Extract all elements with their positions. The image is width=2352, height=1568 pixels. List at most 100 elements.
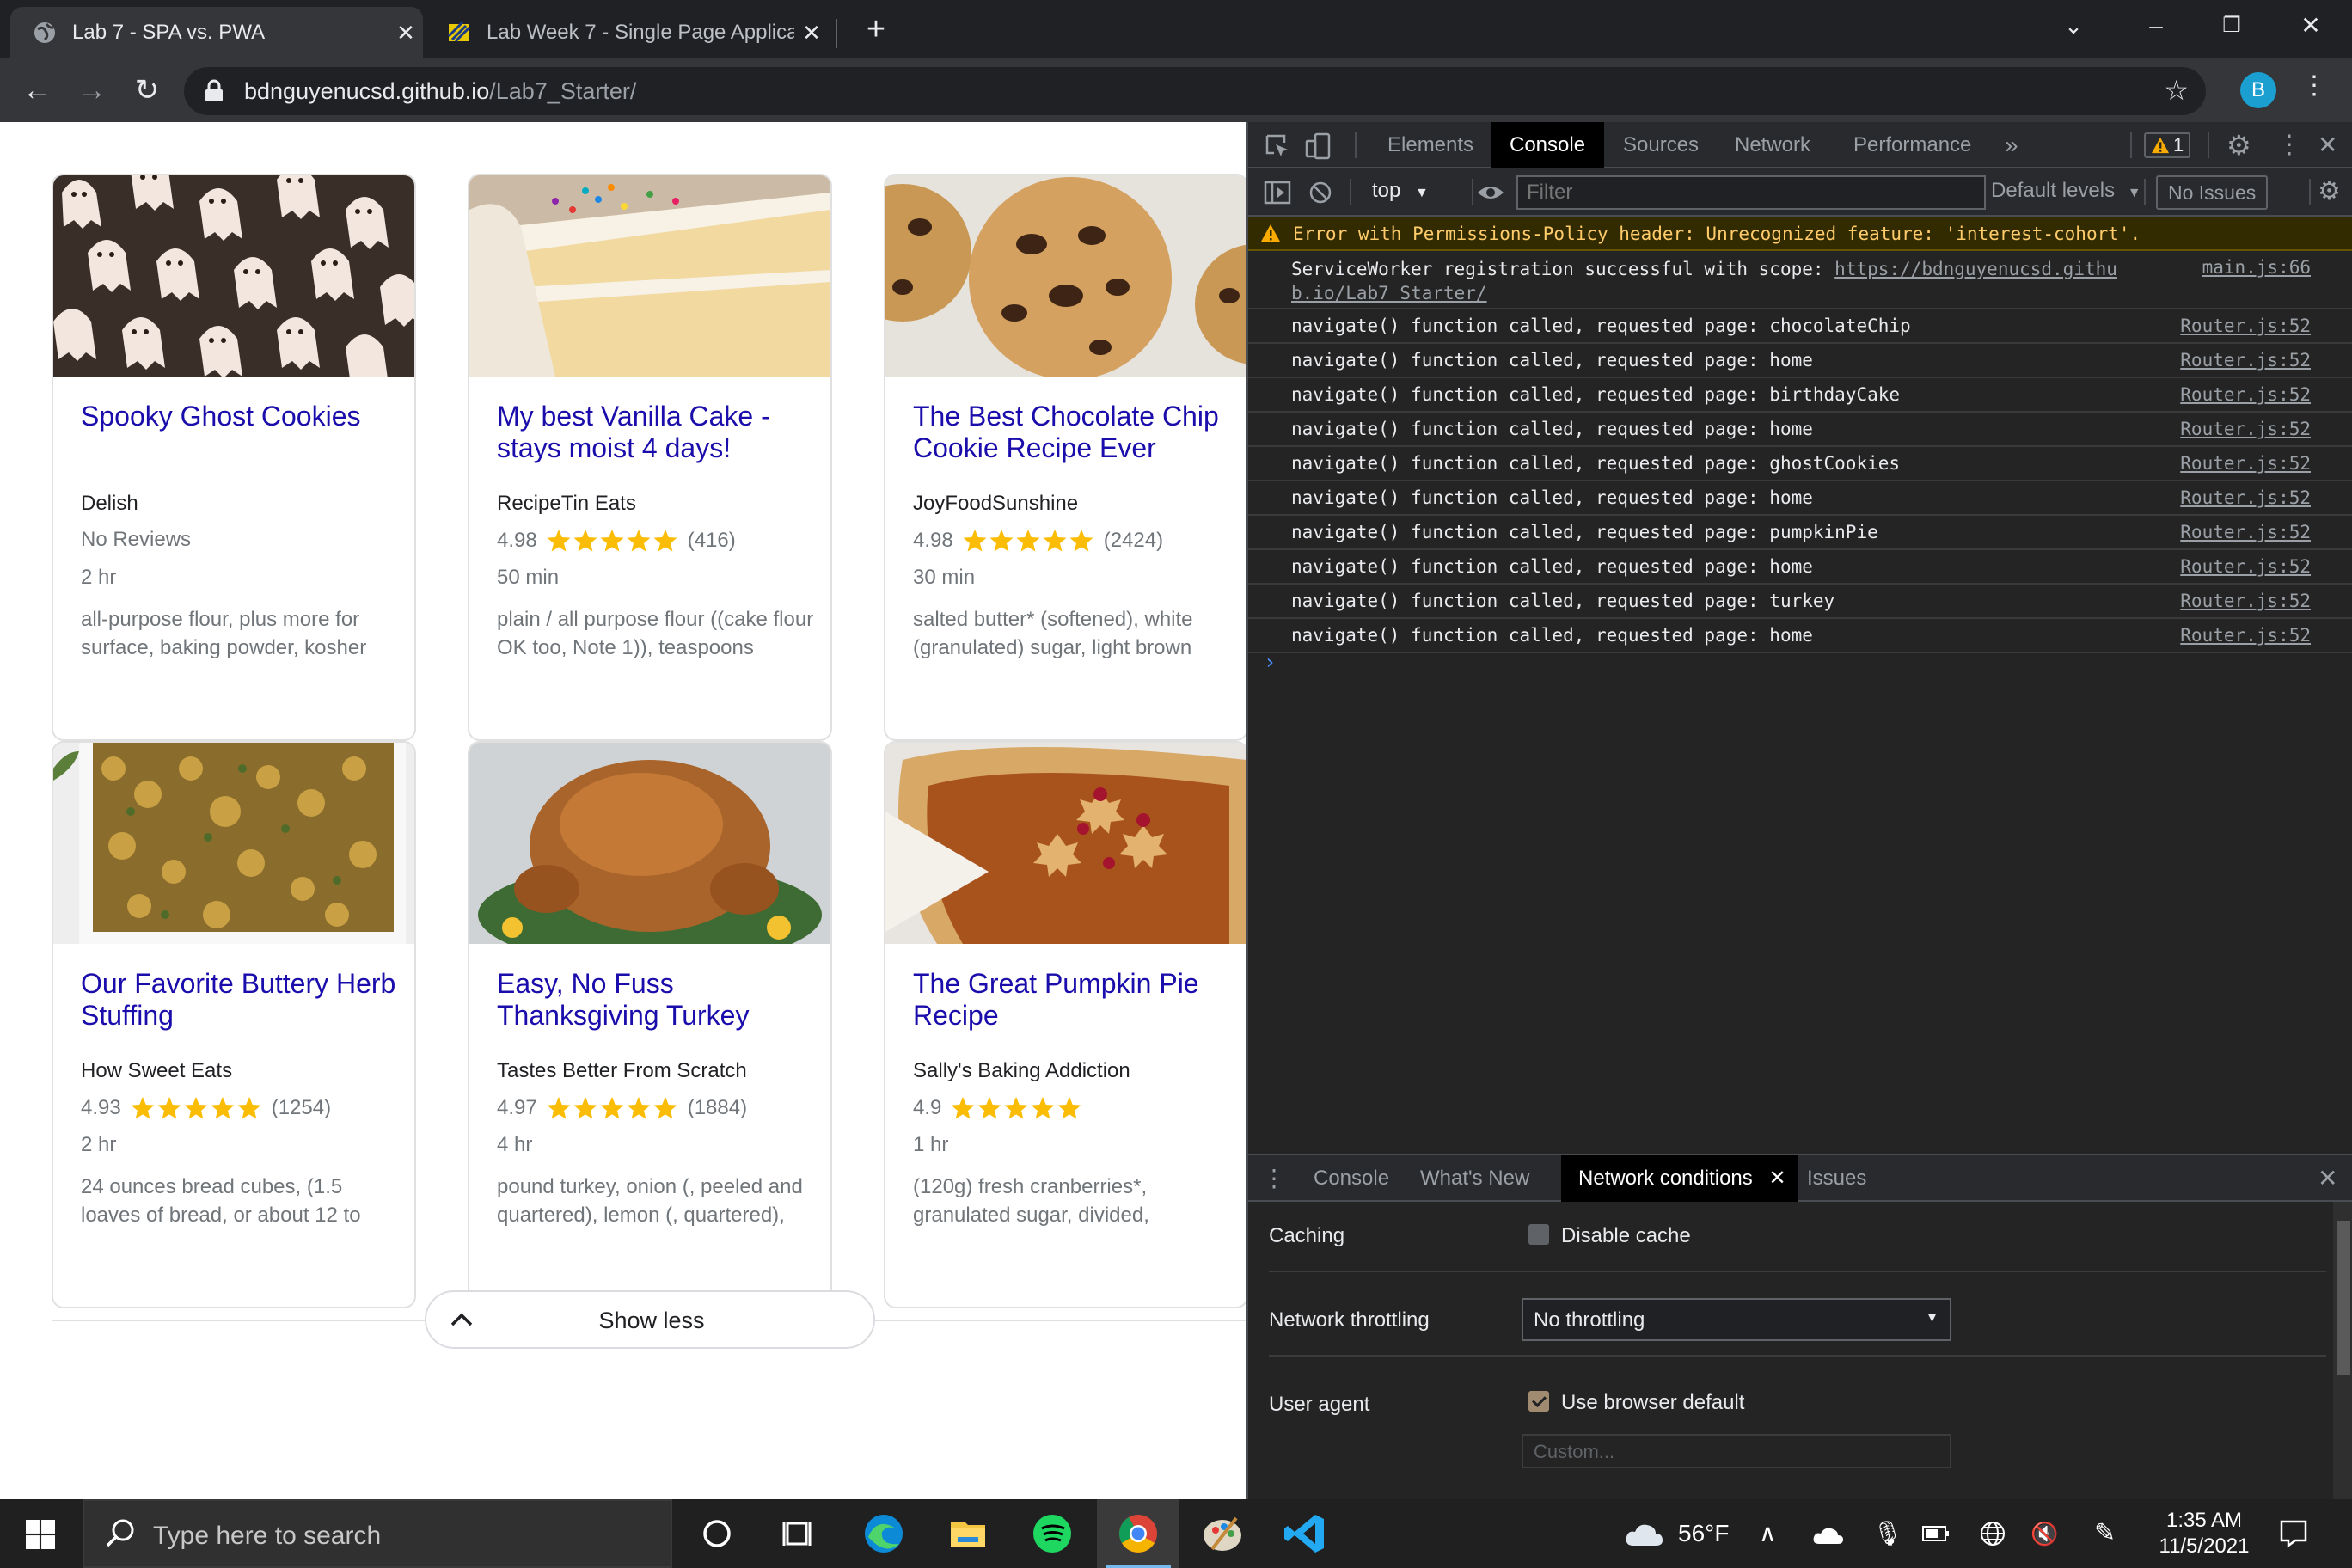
- tab-sources[interactable]: Sources: [1623, 122, 1699, 168]
- profile-avatar[interactable]: B: [2240, 72, 2276, 108]
- cortana-icon[interactable]: [676, 1499, 758, 1568]
- network-globe-icon[interactable]: [1979, 1520, 2006, 1547]
- log-source-link[interactable]: Router.js:52: [2180, 453, 2311, 474]
- settings-gear-icon[interactable]: ⚙: [2226, 122, 2251, 168]
- console-log-row: navigate() function called, requested pa…: [1248, 550, 2352, 585]
- recipe-card[interactable]: Easy, No Fuss Thanksgiving Turkey Tastes…: [468, 741, 832, 1308]
- context-selector[interactable]: top ▼: [1372, 179, 1429, 203]
- star-icon: [547, 1096, 571, 1119]
- recipe-title[interactable]: The Great Pumpkin Pie Recipe: [913, 968, 1231, 1032]
- log-source-link[interactable]: Router.js:52: [2180, 625, 2311, 646]
- bookmark-star-icon[interactable]: ☆: [2164, 74, 2189, 107]
- tab-network[interactable]: Network: [1735, 122, 1810, 168]
- disable-cache-checkbox[interactable]: [1528, 1224, 1549, 1245]
- devtools-menu-icon[interactable]: ⋮: [2276, 122, 2302, 168]
- more-tabs-icon[interactable]: »: [2005, 122, 2018, 168]
- tab-lab7-spa-pwa[interactable]: Lab 7 - SPA vs. PWA ✕: [10, 7, 423, 58]
- inspect-element-icon[interactable]: [1262, 131, 1293, 162]
- tab-search-icon[interactable]: ⌄: [2039, 0, 2108, 52]
- task-view-icon[interactable]: [756, 1499, 839, 1568]
- live-expression-eye-icon[interactable]: [1475, 177, 1506, 208]
- recipe-title[interactable]: Spooky Ghost Cookies: [81, 401, 399, 432]
- reload-button[interactable]: ↻: [126, 69, 168, 112]
- drawer-scrollbar[interactable]: [2333, 1202, 2352, 1499]
- edge-browser-icon[interactable]: [842, 1499, 925, 1568]
- clear-console-icon[interactable]: [1305, 177, 1336, 208]
- notifications-icon[interactable]: [2278, 1518, 2309, 1549]
- warning-badge[interactable]: 1: [2144, 132, 2191, 158]
- close-tab-icon[interactable]: ✕: [1768, 1167, 1785, 1190]
- tab-title: Lab 7 - SPA vs. PWA: [72, 21, 266, 44]
- new-tab-button[interactable]: +: [858, 9, 894, 50]
- drawer-tab-issues[interactable]: Issues: [1807, 1155, 1866, 1202]
- volume-muted-icon[interactable]: 🔇: [2030, 1499, 2058, 1568]
- windows-start-icon[interactable]: [26, 1520, 55, 1549]
- drawer-tab-whats-new[interactable]: What's New: [1420, 1155, 1529, 1202]
- address-bar[interactable]: bdnguyenucsd.github.io/Lab7_Starter/ ☆: [184, 67, 2206, 115]
- recipe-title[interactable]: My best Vanilla Cake - stays moist 4 day…: [497, 401, 815, 464]
- close-window-button[interactable]: ✕: [2276, 0, 2345, 52]
- log-source-link[interactable]: main.js:66: [2202, 257, 2311, 278]
- log-source-link[interactable]: Router.js:52: [2180, 522, 2311, 542]
- chrome-menu-icon[interactable]: ⋮: [2297, 70, 2331, 101]
- microphone-icon[interactable]: 🎙: [1872, 1499, 1903, 1568]
- vscode-icon[interactable]: [1265, 1499, 1348, 1568]
- recipe-title[interactable]: The Best Chocolate Chip Cookie Recipe Ev…: [913, 401, 1231, 464]
- device-toolbar-icon[interactable]: [1303, 131, 1334, 162]
- paint-icon[interactable]: [1181, 1499, 1264, 1568]
- console-filter-input[interactable]: [1516, 175, 1986, 210]
- chrome-icon[interactable]: [1097, 1499, 1179, 1568]
- log-source-link[interactable]: Router.js:52: [2180, 556, 2311, 577]
- back-button[interactable]: ←: [15, 69, 58, 112]
- battery-icon[interactable]: [1922, 1525, 1950, 1542]
- spotify-icon[interactable]: [1011, 1499, 1093, 1568]
- recipe-card[interactable]: The Great Pumpkin Pie Recipe Sally's Bak…: [884, 741, 1246, 1308]
- close-tab-icon[interactable]: ✕: [389, 20, 423, 46]
- show-hidden-icons[interactable]: ∧: [1759, 1499, 1777, 1568]
- log-levels-dropdown[interactable]: Default levels ▼: [1991, 179, 2141, 203]
- use-browser-default-checkbox[interactable]: [1528, 1391, 1549, 1412]
- throttling-select[interactable]: No throttling ▾: [1522, 1298, 1951, 1341]
- show-less-button[interactable]: Show less: [425, 1290, 875, 1349]
- show-sidebar-icon[interactable]: [1262, 177, 1293, 208]
- tab-performance[interactable]: Performance: [1853, 122, 1971, 168]
- console-settings-gear-icon[interactable]: ⚙: [2318, 168, 2341, 215]
- scope-link-continued[interactable]: b.io/Lab7_Starter/: [1291, 283, 1487, 303]
- minimize-button[interactable]: –: [2122, 0, 2190, 52]
- custom-user-agent-select[interactable]: Custom...: [1522, 1434, 1951, 1468]
- close-drawer-icon[interactable]: ✕: [2318, 1155, 2337, 1202]
- close-devtools-icon[interactable]: ✕: [2318, 122, 2337, 168]
- log-source-link[interactable]: Router.js:52: [2180, 315, 2311, 336]
- tab-console[interactable]: Console: [1491, 122, 1605, 168]
- scrollbar-thumb[interactable]: [2337, 1221, 2350, 1375]
- weather-cloud-icon[interactable]: [1623, 1520, 1664, 1547]
- close-tab-icon[interactable]: ✕: [794, 20, 829, 46]
- onedrive-cloud-icon[interactable]: [1812, 1525, 1843, 1546]
- drawer-tab-network-conditions[interactable]: Network conditions ✕: [1561, 1155, 1798, 1202]
- weather-temp[interactable]: 56°F: [1678, 1499, 1729, 1568]
- forward-button[interactable]: →: [70, 69, 113, 112]
- taskbar-search-box[interactable]: Type here to search: [83, 1499, 672, 1568]
- log-source-link[interactable]: Router.js:52: [2180, 487, 2311, 508]
- pen-icon[interactable]: ✎: [2094, 1499, 2116, 1568]
- issues-button[interactable]: No Issues: [2156, 175, 2269, 210]
- file-explorer-icon[interactable]: [927, 1499, 1009, 1568]
- tab-elements[interactable]: Elements: [1387, 122, 1473, 168]
- restore-button[interactable]: ❐: [2197, 0, 2266, 52]
- log-source-link[interactable]: Router.js:52: [2180, 591, 2311, 611]
- log-source-link[interactable]: Router.js:52: [2180, 384, 2311, 405]
- drawer-menu-icon[interactable]: ⋮: [1262, 1155, 1286, 1202]
- log-source-link[interactable]: Router.js:52: [2180, 350, 2311, 371]
- console-prompt-icon[interactable]: ›: [1264, 650, 1276, 674]
- recipe-title[interactable]: Our Favorite Buttery Herb Stuffing: [81, 968, 399, 1032]
- scope-link[interactable]: https://bdnguyenucsd.githu: [1834, 259, 2117, 279]
- recipe-card[interactable]: My best Vanilla Cake - stays moist 4 day…: [468, 174, 832, 741]
- recipe-card[interactable]: The Best Chocolate Chip Cookie Recipe Ev…: [884, 174, 1246, 741]
- tab-lab-week7[interactable]: Lab Week 7 - Single Page Applica ✕: [425, 7, 829, 58]
- recipe-card[interactable]: Our Favorite Buttery Herb Stuffing How S…: [52, 741, 416, 1308]
- recipe-title[interactable]: Easy, No Fuss Thanksgiving Turkey: [497, 968, 815, 1032]
- drawer-tab-console[interactable]: Console: [1314, 1155, 1389, 1202]
- log-source-link[interactable]: Router.js:52: [2180, 419, 2311, 439]
- taskbar-clock[interactable]: 1:35 AM 11/5/2021: [2137, 1508, 2271, 1559]
- recipe-card[interactable]: Spooky Ghost Cookies Delish No Reviews 2…: [52, 174, 416, 741]
